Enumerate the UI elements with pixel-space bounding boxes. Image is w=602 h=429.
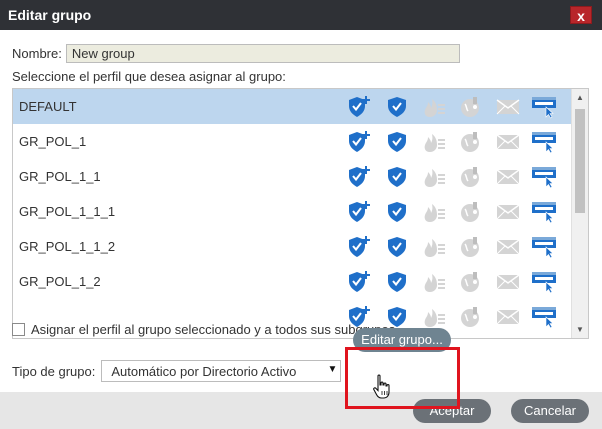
profile-row[interactable]: GR_POL_1_1 — [13, 159, 571, 194]
usb-globe-icon — [459, 200, 483, 224]
profile-row[interactable]: GR_POL_1_1_2 — [13, 229, 571, 264]
shield-icon — [385, 235, 409, 259]
web-cursor-icon — [532, 270, 556, 294]
scroll-down-arrow[interactable]: ▼ — [572, 321, 588, 338]
fire-list-icon — [422, 235, 446, 259]
fire-list-icon — [422, 305, 446, 329]
usb-globe-icon — [459, 235, 483, 259]
mail-icon — [496, 200, 520, 224]
shield-plus-icon — [347, 130, 371, 154]
hand-cursor-icon — [372, 374, 392, 400]
group-type-row: Tipo de grupo: Automático por Directorio… — [12, 360, 342, 382]
web-cursor-icon — [532, 95, 556, 119]
fire-list-icon — [422, 200, 446, 224]
shield-plus-icon — [347, 235, 371, 259]
web-cursor-icon — [532, 130, 556, 154]
profile-name: GR_POL_1_1_1 — [19, 204, 116, 219]
web-cursor-icon — [532, 305, 556, 329]
profile-list[interactable]: DEFAULT GR_POL_1 GR_POL_1_1 GR_POL_1_1_1 GR_… — [12, 88, 589, 339]
dropdown-arrow-icon: ▼ — [327, 364, 338, 375]
window-title: Editar grupo — [8, 7, 92, 23]
shield-icon — [385, 165, 409, 189]
name-input[interactable] — [65, 44, 460, 63]
fire-list-icon — [422, 130, 446, 154]
usb-globe-icon — [459, 130, 483, 154]
profile-row[interactable]: GR_POL_1_1_1 — [13, 194, 571, 229]
profile-name: GR_POL_1_1_2 — [19, 239, 116, 254]
close-button[interactable]: x — [570, 6, 592, 24]
name-row: Nombre: — [12, 44, 460, 63]
vertical-scrollbar[interactable]: ▲ ▼ — [571, 89, 588, 338]
shield-plus-icon — [347, 270, 371, 294]
mail-icon — [496, 130, 520, 154]
group-type-select[interactable]: Automático por Directorio Activo ▼ — [101, 360, 342, 382]
profile-row[interactable]: DEFAULT — [13, 89, 571, 124]
web-cursor-icon — [532, 235, 556, 259]
subgroups-label: Asignar el perfil al grupo seleccionado … — [31, 322, 396, 337]
usb-globe-icon — [459, 305, 483, 329]
shield-icon — [385, 200, 409, 224]
profile-instruction: Seleccione el perfil que desea asignar a… — [12, 69, 286, 84]
profile-name: GR_POL_1_2 — [19, 274, 101, 289]
mail-icon — [496, 165, 520, 189]
group-type-value: Automático por Directorio Activo — [111, 363, 297, 379]
fire-list-icon — [422, 95, 446, 119]
usb-globe-icon — [459, 270, 483, 294]
scroll-up-arrow[interactable]: ▲ — [572, 89, 588, 106]
web-cursor-icon — [532, 200, 556, 224]
group-type-label: Tipo de grupo: — [12, 363, 96, 379]
mail-icon — [496, 270, 520, 294]
profile-row[interactable]: GR_POL_1 — [13, 124, 571, 159]
fire-list-icon — [422, 270, 446, 294]
scroll-thumb[interactable] — [575, 109, 585, 213]
web-cursor-icon — [532, 165, 556, 189]
cancel-button[interactable]: Cancelar — [511, 399, 589, 423]
shield-icon — [385, 270, 409, 294]
usb-globe-icon — [459, 165, 483, 189]
shield-plus-icon — [347, 165, 371, 189]
shield-icon — [385, 130, 409, 154]
shield-plus-icon — [347, 95, 371, 119]
shield-icon — [385, 95, 409, 119]
mail-icon — [496, 305, 520, 329]
mail-icon — [496, 95, 520, 119]
profile-name: GR_POL_1_1 — [19, 169, 101, 184]
subgroups-checkbox[interactable] — [12, 323, 25, 336]
shield-plus-icon — [347, 200, 371, 224]
profile-rows: DEFAULT GR_POL_1 GR_POL_1_1 GR_POL_1_1_1 GR_… — [13, 89, 571, 334]
profile-name: GR_POL_1 — [19, 134, 87, 149]
highlight-annotation — [345, 347, 460, 409]
name-label: Nombre: — [12, 46, 62, 61]
usb-globe-icon — [459, 95, 483, 119]
dialog-body: Nombre: Seleccione el perfil que desea a… — [0, 30, 602, 392]
profile-row[interactable]: GR_POL_1_2 — [13, 264, 571, 299]
mail-icon — [496, 235, 520, 259]
title-bar: Editar grupo x — [0, 0, 602, 30]
subgroups-option[interactable]: Asignar el perfil al grupo seleccionado … — [12, 322, 395, 337]
fire-list-icon — [422, 165, 446, 189]
profile-name: DEFAULT — [19, 99, 77, 114]
